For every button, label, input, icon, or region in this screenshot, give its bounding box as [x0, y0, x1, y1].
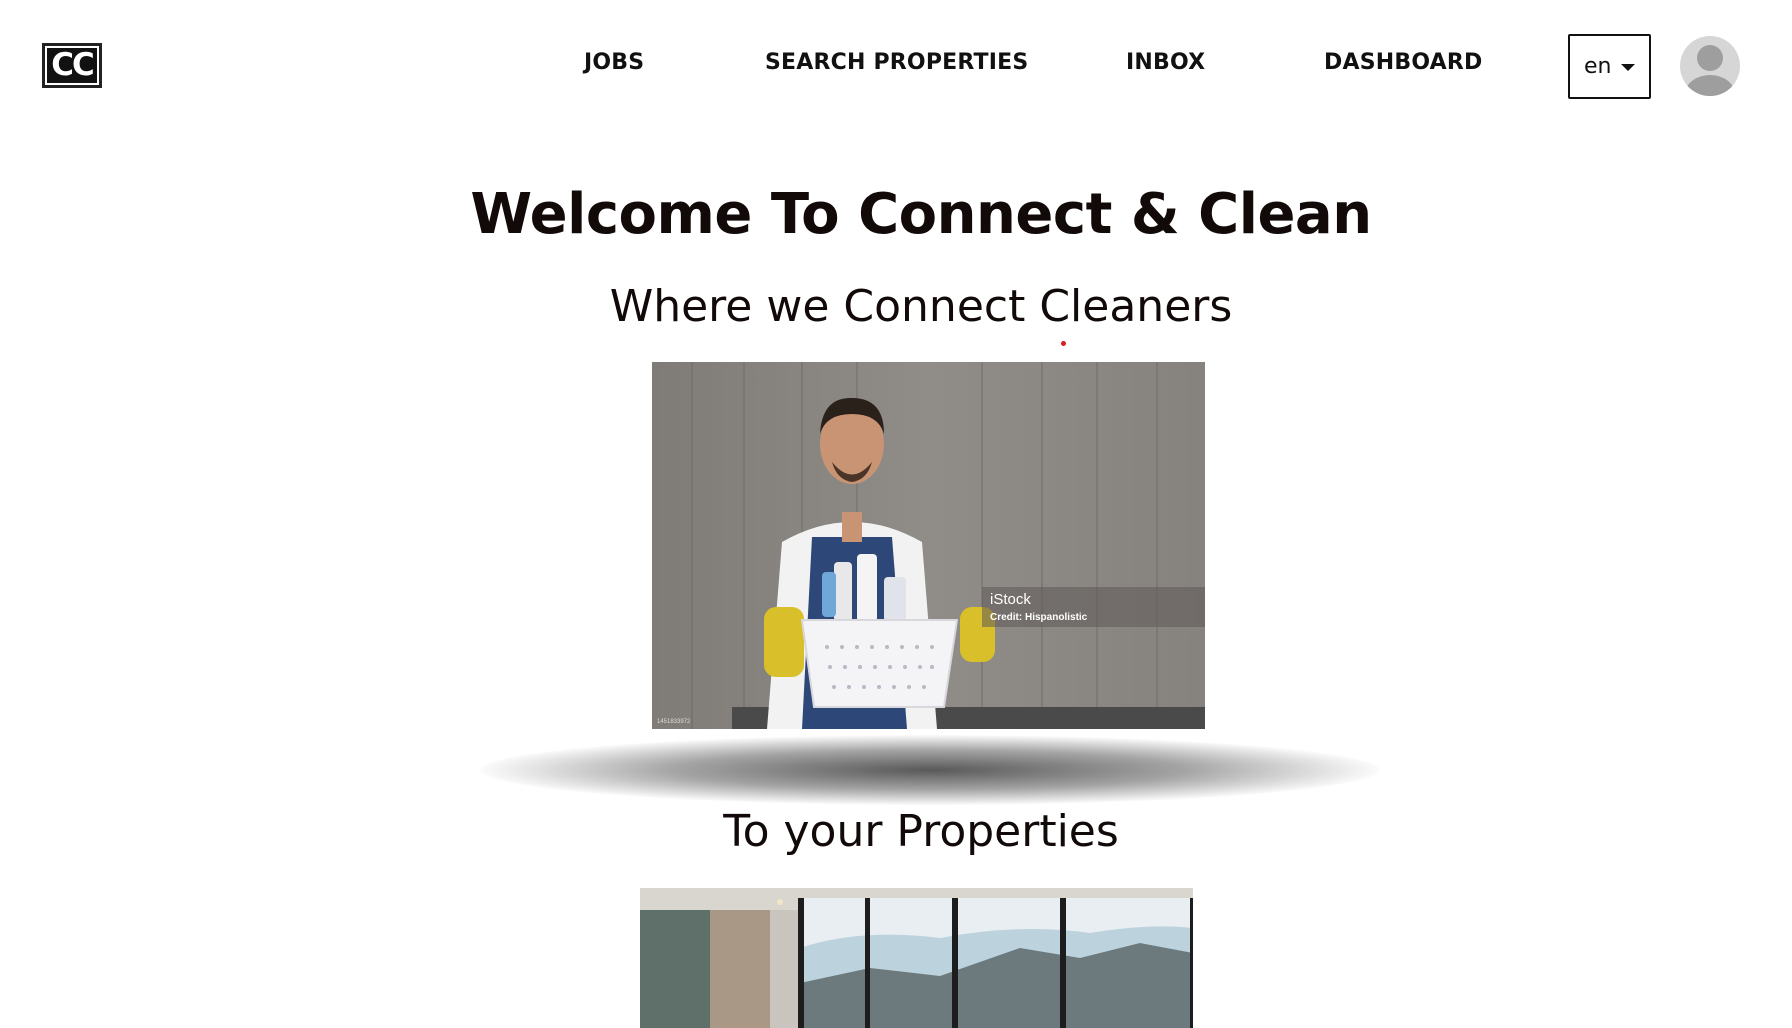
page-title: Welcome To Connect & Clean	[470, 182, 1372, 247]
logo-text: CC	[45, 46, 99, 85]
cleaner-photo: iStock Credit: Hispanolistic 1451833972	[652, 362, 1205, 729]
accent-dot	[1061, 341, 1066, 346]
nav-search-properties[interactable]: SEARCH PROPERTIES	[765, 50, 1028, 75]
logo[interactable]: CC	[42, 43, 102, 88]
user-avatar-icon[interactable]	[1680, 36, 1740, 96]
chevron-down-icon	[1621, 64, 1635, 71]
watermark-brand: iStock	[990, 591, 1031, 608]
image-shadow	[480, 735, 1380, 805]
nav-inbox[interactable]: INBOX	[1126, 50, 1205, 75]
hero-subtitle-cleaners: Where we Connect Cleaners	[609, 281, 1233, 332]
nav-dashboard[interactable]: DASHBOARD	[1324, 50, 1482, 75]
watermark-id: 1451833972	[657, 719, 691, 725]
hero-subtitle-properties: To your Properties	[723, 806, 1119, 857]
language-select[interactable]: en	[1568, 34, 1651, 99]
watermark-credit: Credit: Hispanolistic	[990, 612, 1088, 623]
nav-jobs[interactable]: JOBS	[584, 50, 644, 75]
language-value: en	[1584, 54, 1612, 79]
property-photo	[640, 888, 1193, 1028]
